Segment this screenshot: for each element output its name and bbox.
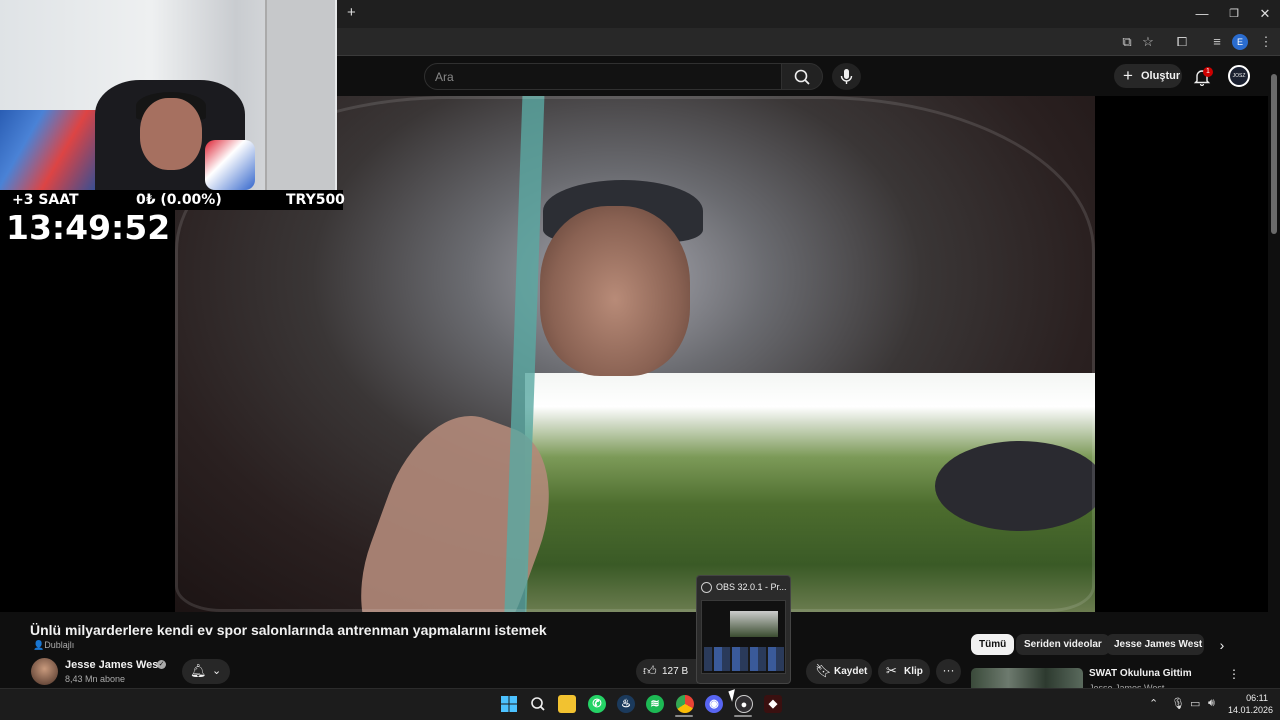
profile-icon[interactable]: E	[1232, 34, 1248, 50]
discord-icon[interactable]: ◉	[705, 695, 723, 713]
scrollbar-thumb[interactable]	[1271, 74, 1277, 234]
app-icon[interactable]: ◆	[764, 695, 782, 713]
channel-name[interactable]: Jesse James West	[65, 659, 162, 671]
player-letterbox-right	[1095, 96, 1268, 612]
notification-badge: 1	[1203, 67, 1213, 77]
obs-preview-mixer	[704, 647, 784, 671]
chrome-active-indicator	[675, 715, 693, 717]
tab-search-icon[interactable]: ≡	[1208, 33, 1226, 51]
obs-active-indicator	[734, 715, 752, 717]
steam-icon[interactable]: ♨	[617, 695, 635, 713]
scissors-icon: ✂	[886, 663, 897, 678]
video-title: Ünlü milyarderlere kendi ev spor salonla…	[30, 622, 547, 638]
create-label: Oluştur	[1141, 70, 1181, 82]
mic-icon	[840, 69, 853, 84]
obs-preview-scene	[730, 611, 778, 637]
search-placeholder: Ara	[435, 70, 454, 84]
network-icon[interactable]: ▭	[1190, 697, 1200, 710]
clip-label: Klip	[904, 666, 923, 677]
menu-icon[interactable]: ⋮	[1257, 33, 1275, 51]
close-button[interactable]: ✕	[1250, 4, 1280, 24]
webcam-shirt	[205, 140, 255, 190]
windows-start-icon[interactable]	[500, 695, 518, 713]
new-tab-button[interactable]: +	[347, 4, 356, 21]
more-actions-button[interactable]: ···	[936, 659, 961, 684]
whatsapp-icon[interactable]: ✆	[588, 695, 606, 713]
cast-icon[interactable]: ⧉	[1118, 33, 1136, 51]
obs-window-title: OBS 32.0.1 - Pr...	[716, 582, 787, 592]
minimize-button[interactable]: —	[1187, 4, 1217, 24]
person-icon: 👤	[33, 640, 45, 650]
webcam-bed	[0, 110, 100, 190]
search-icon[interactable]	[529, 695, 547, 713]
chevron-right-icon[interactable]: ›	[1212, 635, 1232, 655]
verified-icon: ✓	[157, 660, 166, 669]
webcam-door	[265, 0, 335, 190]
hours-added: +3 SAAT	[12, 192, 79, 208]
donation-amount: 0₺ (0.00%)	[136, 192, 222, 208]
subscription-bell-button[interactable]: 🔔︎ ⌄	[182, 659, 230, 684]
dubbed-label: Dublajlı	[44, 640, 75, 650]
search-icon	[794, 69, 810, 85]
chevron-down-icon: ⌄	[212, 665, 222, 677]
voice-search-button[interactable]	[832, 63, 861, 90]
subscriber-count: 8,43 Mn abone	[65, 674, 126, 684]
save-label: Kaydet	[834, 666, 868, 677]
recommended-menu-icon[interactable]: ⋮	[1228, 667, 1240, 681]
donation-goal: TRY500	[286, 192, 345, 208]
obs-icon	[701, 582, 712, 593]
search-button[interactable]	[781, 63, 823, 90]
search-input[interactable]: Ara	[424, 63, 782, 90]
like-button[interactable]: 👍︎ 127 B	[636, 659, 698, 684]
like-count: 127 B	[662, 666, 689, 677]
webcam-overlay	[0, 0, 337, 190]
recommended-title[interactable]: SWAT Okuluna Gittim	[1089, 668, 1192, 679]
plus-icon: +	[1123, 66, 1133, 85]
clock-time[interactable]: 06:11	[1240, 693, 1268, 703]
mic-icon[interactable]: 🎙︎	[1171, 697, 1185, 710]
webcam-head	[140, 98, 202, 170]
chevron-up-icon[interactable]: ⌃	[1149, 697, 1158, 710]
bookmark-icon: 🔖︎	[815, 663, 832, 678]
stream-timer: 13:49:52	[6, 208, 171, 247]
extensions-icon[interactable]: ⧠	[1173, 33, 1191, 51]
spotify-icon[interactable]: ≋	[646, 695, 664, 713]
chip-channel[interactable]: Jesse James West ac	[1106, 634, 1204, 655]
stream-stats-bar: +3 SAAT 0₺ (0.00%) TRY500	[0, 190, 345, 210]
create-button[interactable]: + Oluştur	[1114, 64, 1182, 88]
taskbar	[0, 688, 1280, 720]
account-avatar[interactable]: JOSZ	[1228, 65, 1250, 87]
star-icon[interactable]: ☆	[1139, 33, 1157, 51]
file-explorer-icon[interactable]	[558, 695, 576, 713]
recommended-thumbnail[interactable]	[971, 668, 1083, 688]
chip-series[interactable]: Seriden videolar	[1016, 634, 1110, 655]
chip-all[interactable]: Tümü	[971, 634, 1015, 655]
clip-button[interactable]: ✂ Klip	[878, 659, 930, 684]
thumbs-up-icon: 👍︎	[643, 663, 657, 678]
save-button[interactable]: 🔖︎ Kaydet	[806, 659, 872, 684]
restore-button[interactable]: ❐	[1219, 4, 1249, 24]
bell-icon: 🔔︎	[190, 663, 207, 678]
obs-window-thumbnail[interactable]	[701, 600, 786, 674]
chrome-icon[interactable]	[676, 695, 694, 713]
channel-avatar[interactable]	[31, 658, 58, 685]
volume-icon[interactable]: 🔊︎	[1208, 697, 1215, 710]
clock-date[interactable]: 14.01.2026	[1228, 705, 1273, 715]
dubbed-badge: 👤Dublajlı	[33, 640, 74, 651]
